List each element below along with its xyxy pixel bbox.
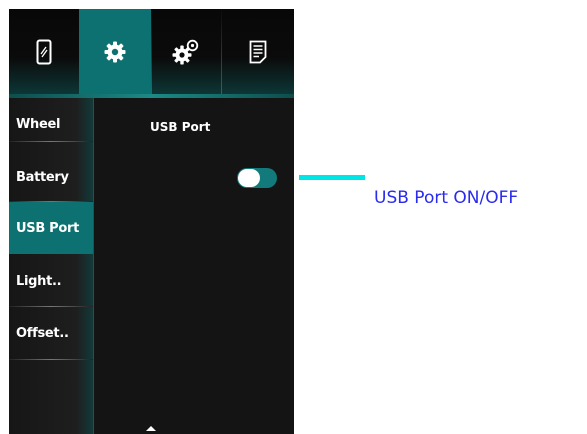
tab-log[interactable] [221,9,294,94]
sidebar-divider [9,141,93,142]
toggle-knob [238,169,260,187]
sidebar-item-offset[interactable]: Offset.. [9,307,93,359]
sidebar-item-label: Offset.. [16,325,69,341]
gear-icon [103,40,127,64]
document-icon [249,40,267,64]
device-screen: Wheel Battery USB Port Light.. Offset.. [9,9,294,434]
sidebar: Wheel Battery USB Port Light.. Offset.. [9,98,94,434]
callout-line [299,175,365,180]
scroll-up-arrow-icon[interactable] [146,426,156,431]
tab-settings[interactable] [79,9,151,94]
panel-title: USB Port [150,120,211,134]
sidebar-item-label: Battery [16,169,69,185]
sidebar-item-light[interactable]: Light.. [9,255,93,307]
sidebar-item-label: Wheel [16,116,61,132]
sidebar-item-label: Light.. [16,273,62,289]
sidebar-item-battery[interactable]: Battery [9,151,93,203]
sidebar-item-label: USB Port [16,220,80,236]
gears-icon [172,38,200,66]
top-tab-bar [9,9,294,98]
sidebar-item-wheel[interactable]: Wheel [9,98,93,150]
sidebar-divider [9,359,93,360]
sidebar-item-usb-port[interactable]: USB Port [9,202,93,254]
usb-port-toggle[interactable] [237,168,277,188]
phone-icon [36,39,52,65]
tab-advanced-settings[interactable] [151,9,221,94]
tab-device[interactable] [9,9,79,94]
callout-label: USB Port ON/OFF [374,188,519,208]
